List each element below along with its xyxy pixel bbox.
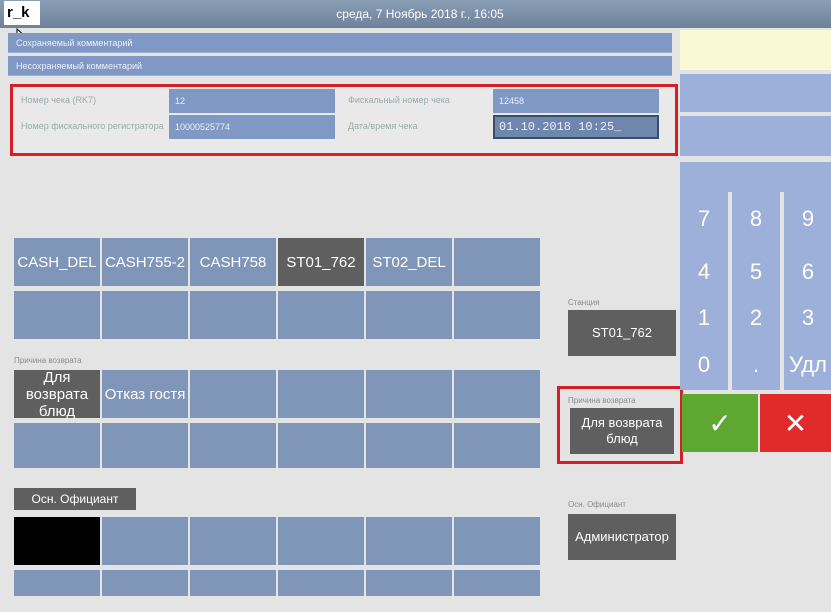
reason-tile[interactable] — [366, 423, 452, 468]
station-tile-cash758[interactable]: CASH758 — [190, 238, 276, 286]
station-tile[interactable] — [366, 291, 452, 339]
reason-tile[interactable] — [14, 423, 100, 468]
title-bar: r_k среда, 7 Ноябрь 2018 г., 16:05 — [0, 0, 831, 28]
waiter-tile[interactable] — [190, 570, 276, 596]
register-number-field[interactable]: 10000525774 — [169, 115, 335, 139]
numpad-key-9[interactable]: 9 — [784, 192, 831, 246]
waiter-tile[interactable] — [14, 570, 100, 596]
numpad-key-delete[interactable]: Удл — [784, 340, 831, 390]
side-return-reason-label: Причина возврата — [568, 396, 636, 405]
fiscal-number-label: Фискальный номер чека — [348, 95, 450, 105]
register-number-label: Номер фискального регистратора — [21, 121, 164, 131]
reason-tile-dish-return[interactable]: Для возврата блюд — [14, 369, 100, 420]
numpad-key-0[interactable]: 0 — [680, 340, 728, 390]
station-tile[interactable] — [190, 291, 276, 339]
receipt-datetime-field[interactable]: 01.10.2018 10:25_ — [493, 115, 659, 139]
station-tile-cash755-2[interactable]: CASH755-2 — [102, 238, 188, 286]
station-tile[interactable] — [14, 291, 100, 339]
receipt-datetime-label: Дата/время чека — [348, 121, 418, 131]
numpad-key-1[interactable]: 1 — [680, 291, 728, 345]
waiter-tile[interactable] — [278, 570, 364, 596]
waiter-tile[interactable] — [454, 517, 540, 565]
waiter-tile[interactable] — [102, 517, 188, 565]
waiter-tile-selected[interactable] — [14, 517, 100, 565]
station-tile[interactable] — [454, 291, 540, 339]
waiter-tile[interactable] — [102, 570, 188, 596]
reason-tile[interactable] — [190, 370, 276, 418]
return-reason-section-label: Причина возврата — [14, 356, 82, 365]
selected-station-button[interactable]: ST01_762 — [568, 310, 676, 356]
app-name: r_k — [4, 1, 40, 25]
station-tile[interactable] — [102, 291, 188, 339]
reason-tile[interactable] — [102, 423, 188, 468]
main-waiter-button[interactable]: Осн. Официант — [14, 488, 136, 510]
selected-reason-button[interactable]: Для возврата блюд — [570, 408, 674, 454]
waiter-tile[interactable] — [278, 517, 364, 565]
numpad-key-dot[interactable]: . — [732, 340, 780, 390]
reason-tile[interactable] — [454, 423, 540, 468]
receipt-number-field[interactable]: 12 — [169, 89, 335, 113]
station-tile[interactable] — [278, 291, 364, 339]
fiscal-number-field[interactable]: 12458 — [493, 89, 659, 113]
selected-waiter-button[interactable]: Администратор — [568, 514, 676, 560]
numpad-key-3[interactable]: 3 — [784, 291, 831, 345]
datetime-display: среда, 7 Ноябрь 2018 г., 16:05 — [336, 7, 504, 21]
receipt-number-label: Номер чека (RK7) — [21, 95, 97, 105]
reason-tile[interactable] — [278, 370, 364, 418]
confirm-check-icon[interactable]: ✓ — [682, 394, 758, 452]
right-panel-block — [680, 162, 831, 192]
waiter-tile[interactable] — [366, 517, 452, 565]
numpad-key-8[interactable]: 8 — [732, 192, 780, 246]
reason-tile[interactable] — [454, 370, 540, 418]
receipt-info-panel: Номер чека (RK7) 12 Номер фискального ре… — [10, 84, 678, 156]
station-tile-cash-del[interactable]: CASH_DEL — [14, 238, 100, 286]
station-tile-empty[interactable] — [454, 238, 540, 286]
reason-tile[interactable] — [190, 423, 276, 468]
waiter-tile[interactable] — [366, 570, 452, 596]
reason-tile-guest-refusal[interactable]: Отказ гостя — [102, 370, 188, 418]
reason-tile[interactable] — [366, 370, 452, 418]
cancel-x-icon[interactable]: ✕ — [760, 394, 831, 452]
numpad-key-7[interactable]: 7 — [680, 192, 728, 246]
right-panel-block — [680, 74, 831, 112]
reason-tile[interactable] — [278, 423, 364, 468]
waiter-tile[interactable] — [454, 570, 540, 596]
waiter-tile[interactable] — [190, 517, 276, 565]
station-label: Станция — [568, 298, 600, 307]
station-tile-st02-del[interactable]: ST02_DEL — [366, 238, 452, 286]
right-panel-block — [680, 116, 831, 156]
numpad-key-2[interactable]: 2 — [732, 291, 780, 345]
station-tile-st01-762[interactable]: ST01_762 — [278, 238, 364, 286]
unsaved-comment-field[interactable]: Несохраняемый комментарий — [8, 56, 672, 76]
side-waiter-label: Осн. Официант — [568, 500, 626, 509]
saved-comment-field[interactable]: Сохраняемый комментарий — [8, 33, 672, 53]
right-info-strip — [680, 30, 831, 70]
